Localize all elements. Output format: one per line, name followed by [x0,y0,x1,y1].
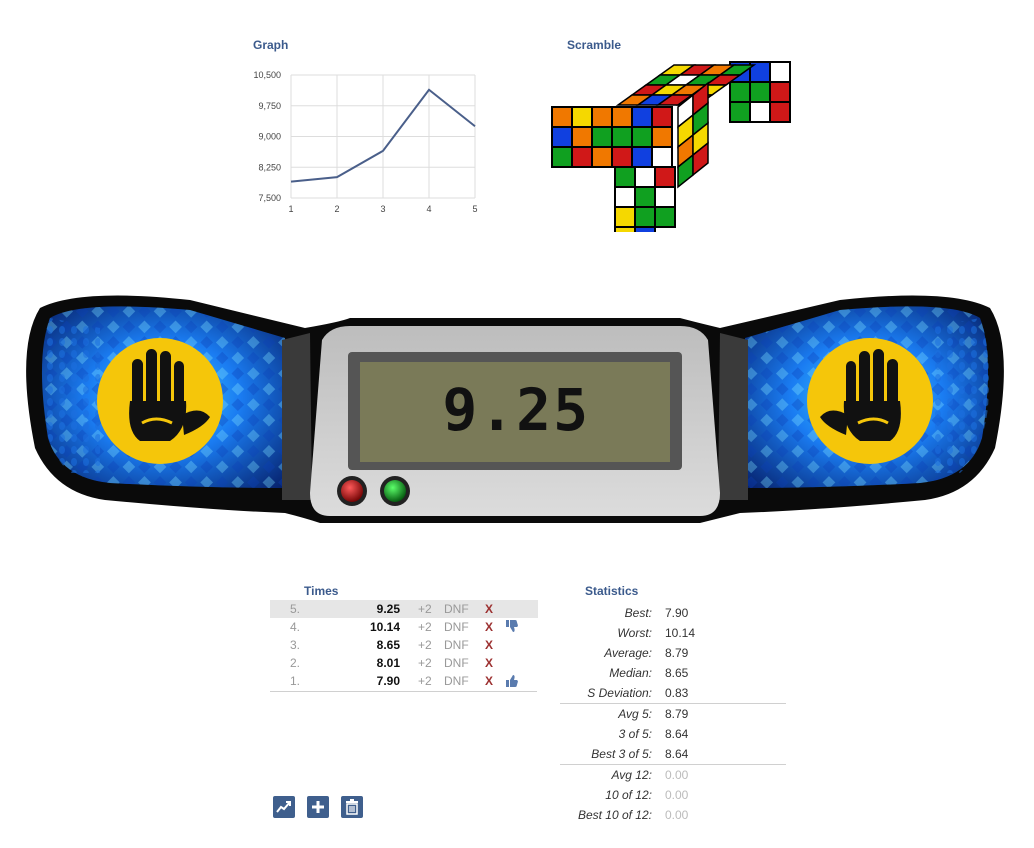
time-index: 5. [290,602,301,616]
trash-icon [346,799,358,815]
graph-y-tick: 10,500 [253,70,281,80]
start-button [384,480,406,502]
stat-value: 0.00 [665,788,689,802]
stat-row: S Deviation: 0.83 [560,683,786,703]
plus2-toggle[interactable]: +2 [418,638,432,652]
stat-row: Avg 5: 8.79 [560,704,786,724]
stat-row: 10 of 12: 0.00 [560,785,786,805]
chart-icon [276,801,291,813]
graph-x-ticks: 1 2 3 4 5 [288,204,477,214]
graph-x-tick: 2 [334,204,339,214]
stat-label: Best 3 of 5: [591,747,652,761]
graph-title: Graph [253,38,289,52]
stat-value: 0.00 [665,768,689,782]
delete-time-button[interactable]: X [485,638,493,652]
left-hand-icon [97,338,223,464]
stat-row: Average: 8.79 [560,643,786,663]
dnf-toggle[interactable]: DNF [444,602,469,616]
stat-label: Average: [604,646,652,660]
graph-x-tick: 3 [380,204,385,214]
timer-display: 9.25 [442,376,590,444]
stat-value: 8.64 [665,747,689,761]
stat-value: 0.83 [665,686,689,700]
show-graph-button[interactable] [273,796,295,818]
reset-button [341,480,363,502]
scramble-title: Scramble [567,38,622,52]
times-toolbar [273,796,363,818]
plus2-toggle[interactable]: +2 [418,602,432,616]
stat-label: Median: [609,666,652,680]
graph-y-tick: 8,250 [258,162,281,172]
stat-row: Best 10 of 12: 0.00 [560,805,786,825]
graph-x-tick: 5 [472,204,477,214]
graph-y-tick: 9,750 [258,101,281,111]
times-list: 5. 9.25 +2 DNF X 4. 10.14 +2 DNF X 3. 8.65… [270,600,538,825]
time-index: 4. [290,620,301,634]
stat-value: 0.00 [665,808,689,822]
delete-time-button[interactable]: X [485,674,493,688]
plus2-toggle[interactable]: +2 [418,674,432,688]
stat-row: Best 3 of 5: 8.64 [560,744,786,764]
stat-row: Worst: 10.14 [560,623,786,643]
graph-y-tick: 7,500 [258,193,281,203]
stat-value: 8.65 [665,666,689,680]
times-title: Times [304,584,339,598]
delete-time-button[interactable]: X [485,620,493,634]
stat-value: 10.14 [665,626,696,640]
time-row[interactable]: 2. 8.01 +2 DNF X [270,654,538,672]
graph-x-tick: 1 [288,204,293,214]
delete-all-button[interactable] [341,796,363,818]
times-divider [270,691,537,692]
stat-value: 8.79 [665,646,689,660]
stat-row: 3 of 5: 8.64 [560,724,786,744]
time-index: 3. [290,638,301,652]
time-value: 10.14 [369,620,400,634]
dnf-toggle[interactable]: DNF [444,674,469,688]
stat-label: Best 10 of 12: [577,808,652,822]
time-row[interactable]: 5. 9.25 +2 DNF X [270,600,538,618]
delete-time-button[interactable]: X [485,602,493,616]
stat-label: 3 of 5: [618,727,652,741]
stat-label: 10 of 12: [605,788,652,802]
time-value: 9.25 [376,602,400,616]
stat-row: Best: 7.90 [560,603,786,623]
time-index: 2. [290,656,301,670]
add-icon [312,801,324,813]
stat-row: Avg 12: 0.00 [560,765,786,785]
time-value: 8.65 [376,638,400,652]
dnf-toggle[interactable]: DNF [444,656,469,670]
stat-row: Median: 8.65 [560,663,786,683]
dnf-toggle[interactable]: DNF [444,638,469,652]
plus2-toggle[interactable]: +2 [418,656,432,670]
stat-label: Avg 12: [611,768,652,782]
add-time-button[interactable] [307,796,329,818]
plus2-toggle[interactable]: +2 [418,620,432,634]
graph-y-ticks: 10,500 9,750 9,000 8,250 7,500 [253,70,281,203]
stat-value: 8.79 [665,707,689,721]
times-graph: 10,500 9,750 9,000 8,250 7,500 1 2 3 4 5 [253,70,477,214]
right-hand-icon [807,338,933,464]
stat-label: Avg 5: [618,707,652,721]
graph-x-tick: 4 [426,204,431,214]
time-value: 7.90 [376,674,400,688]
graph-y-tick: 9,000 [258,132,281,142]
thumbs-down-icon [506,620,518,633]
time-row[interactable]: 1. 7.90 +2 DNF X [270,672,538,690]
statistics-title: Statistics [585,584,639,598]
statistics-panel: Best: 7.90 Worst: 10.14 Average: 8.79 Media… [560,603,786,825]
time-row[interactable]: 3. 8.65 +2 DNF X [270,636,538,654]
stat-label: Worst: [617,626,652,640]
dnf-toggle[interactable]: DNF [444,620,469,634]
delete-time-button[interactable]: X [485,656,493,670]
stat-value: 7.90 [665,606,689,620]
time-row[interactable]: 4. 10.14 +2 DNF X [270,618,538,636]
time-value: 8.01 [376,656,400,670]
stat-label: Best: [624,606,652,620]
stat-label: S Deviation: [587,686,652,700]
stat-value: 8.64 [665,727,689,741]
time-index: 1. [290,674,301,688]
scramble-cube-image [551,61,791,232]
thumbs-up-icon [506,674,518,687]
stackmat-timer: 9.25 [26,295,1004,523]
